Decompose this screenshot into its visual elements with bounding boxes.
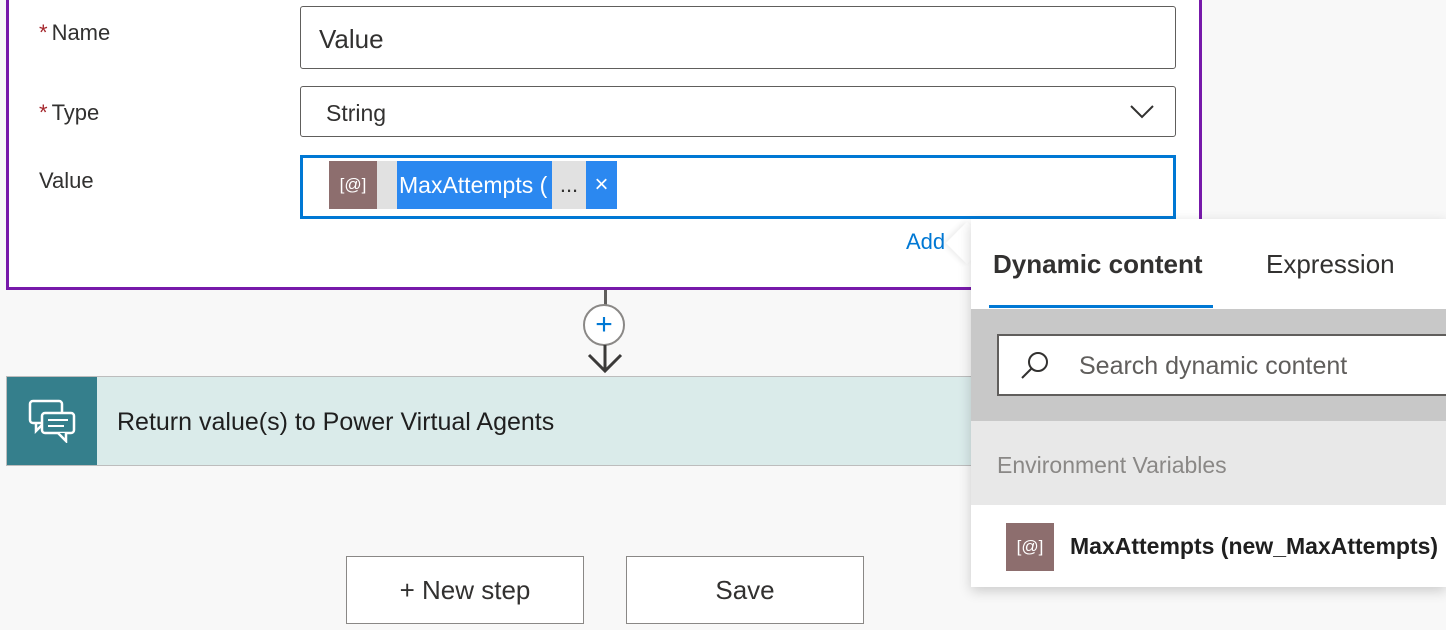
search-area: Search dynamic content xyxy=(971,309,1446,421)
dynamic-content-item[interactable]: [@] MaxAttempts (new_MaxAttempts) xyxy=(971,505,1446,587)
flow-designer: * Name Value * Type String Value [@] MaxAt… xyxy=(0,0,1446,630)
name-label: * Name xyxy=(39,20,111,45)
dynamic-content-item-label: MaxAttempts (new_MaxAttempts) xyxy=(1070,533,1439,559)
name-input[interactable]: Value xyxy=(300,6,1176,69)
return-step-card[interactable]: Return value(s) to Power Virtual Agents xyxy=(6,376,1006,466)
environment-variable-icon: [@] xyxy=(1006,523,1054,571)
tab-dynamic-content[interactable]: Dynamic content xyxy=(993,249,1203,280)
arrow-down-icon xyxy=(587,345,623,374)
token-label: MaxAttempts ( xyxy=(397,161,552,209)
token-remove-button[interactable]: × xyxy=(586,161,617,209)
save-button[interactable]: Save xyxy=(626,556,864,624)
token-spacer xyxy=(377,161,397,209)
section-header: Environment Variables xyxy=(971,421,1446,505)
dynamic-content-flyout: Dynamic content Expression Search dynami… xyxy=(971,219,1446,587)
environment-variable-icon: [@] xyxy=(329,161,377,209)
chat-bubbles-icon xyxy=(7,377,97,465)
search-input[interactable]: Search dynamic content xyxy=(997,334,1446,396)
required-marker: * xyxy=(39,20,48,45)
name-input-value: Value xyxy=(319,24,384,54)
type-dropdown[interactable]: String xyxy=(300,86,1176,137)
step-title: Return value(s) to Power Virtual Agents xyxy=(117,408,555,436)
type-selected-value: String xyxy=(326,100,387,126)
value-label: Value xyxy=(39,168,94,193)
search-icon xyxy=(1021,352,1048,379)
section-title: Environment Variables xyxy=(997,452,1227,478)
new-step-button[interactable]: + New step xyxy=(346,556,584,624)
value-input[interactable]: [@] MaxAttempts ( ... × xyxy=(300,155,1176,219)
tab-expression[interactable]: Expression xyxy=(1266,249,1395,280)
chevron-down-icon xyxy=(1130,105,1154,119)
token-ellipsis: ... xyxy=(552,161,586,209)
type-label: * Type xyxy=(39,100,100,125)
active-tab-indicator xyxy=(989,305,1213,308)
search-placeholder: Search dynamic content xyxy=(1079,352,1348,380)
insert-step-button[interactable]: + xyxy=(583,304,625,346)
required-marker: * xyxy=(39,100,48,125)
dynamic-token[interactable]: [@] MaxAttempts ( ... × xyxy=(329,161,617,209)
